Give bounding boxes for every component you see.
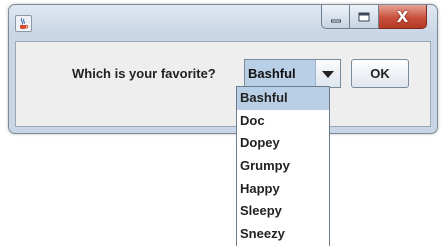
prompt-label: Which is your favorite? bbox=[72, 66, 216, 81]
dialog-content: Which is your favorite? Bashful OK bbox=[15, 41, 431, 127]
minimize-icon bbox=[330, 19, 341, 22]
combo-selected-value[interactable]: Bashful bbox=[245, 60, 316, 87]
dropdown-item-happy[interactable]: Happy bbox=[237, 178, 329, 201]
close-icon: X bbox=[396, 7, 409, 26]
title-bar[interactable]: X bbox=[9, 5, 437, 41]
close-button[interactable]: X bbox=[379, 5, 427, 29]
dropdown-item-grumpy[interactable]: Grumpy bbox=[237, 155, 329, 178]
dialog-window: X Which is your favorite? Bashful OK bbox=[8, 4, 438, 134]
combo-arrow-button[interactable] bbox=[316, 60, 340, 87]
dropdown-list[interactable]: Bashful Doc Dopey Grumpy Happy Sleepy Sn… bbox=[236, 86, 330, 246]
maximize-icon bbox=[358, 12, 370, 21]
dropdown-item-sleepy[interactable]: Sleepy bbox=[237, 200, 329, 223]
dropdown-item-sneezy[interactable]: Sneezy bbox=[237, 223, 329, 246]
ok-button[interactable]: OK bbox=[351, 59, 409, 88]
favorite-combo-box[interactable]: Bashful bbox=[244, 59, 341, 88]
chevron-down-icon bbox=[322, 71, 334, 78]
window-controls: X bbox=[321, 5, 427, 31]
dropdown-item-bashful[interactable]: Bashful bbox=[237, 87, 329, 110]
dropdown-item-doc[interactable]: Doc bbox=[237, 110, 329, 133]
dropdown-item-dopey[interactable]: Dopey bbox=[237, 132, 329, 155]
minimize-button[interactable] bbox=[321, 5, 350, 29]
java-cup-icon[interactable] bbox=[15, 15, 32, 32]
maximize-button[interactable] bbox=[350, 5, 379, 29]
